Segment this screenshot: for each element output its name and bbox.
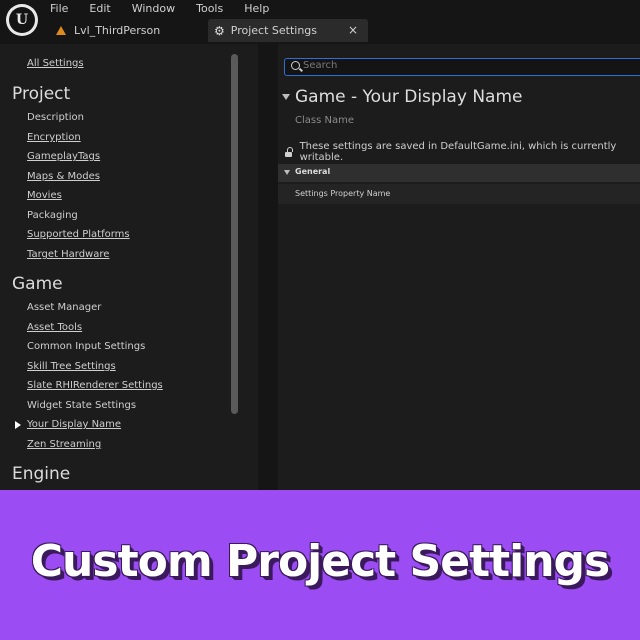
tab-project-settings[interactable]: ⚙ Project Settings × bbox=[208, 19, 368, 42]
settings-header[interactable]: Game - Your Display Name bbox=[282, 87, 522, 107]
sidebar-item-common-input-settings[interactable]: Common Input Settings bbox=[27, 341, 145, 352]
search-placeholder: Search bbox=[303, 60, 338, 71]
unreal-logo-icon[interactable]: U bbox=[6, 4, 38, 36]
sidebar-item-asset-manager[interactable]: Asset Manager bbox=[27, 302, 101, 313]
selected-arrow-icon bbox=[15, 421, 21, 429]
sidebar-item-supported-platforms[interactable]: Supported Platforms bbox=[27, 229, 130, 240]
property-row[interactable]: Settings Property Name bbox=[278, 184, 640, 204]
close-icon[interactable]: × bbox=[348, 23, 358, 37]
sidebar-item-target-hardware[interactable]: Target Hardware bbox=[27, 249, 109, 260]
sidebar-item-your-display-name[interactable]: Your Display Name bbox=[27, 419, 121, 430]
sidebar-item-packaging[interactable]: Packaging bbox=[27, 210, 78, 221]
settings-icon: ⚙ bbox=[214, 23, 225, 38]
notice-text: These settings are saved in DefaultGame.… bbox=[299, 141, 617, 163]
menu-window[interactable]: Window bbox=[132, 2, 175, 15]
category-label: General bbox=[295, 167, 331, 176]
title-bar: U File Edit Window Tools Help Lvl_ThirdP… bbox=[0, 0, 640, 44]
sidebar-item-movies[interactable]: Movies bbox=[27, 190, 62, 201]
menu-file[interactable]: File bbox=[50, 2, 68, 15]
category-general[interactable]: General bbox=[278, 164, 640, 182]
chevron-down-icon bbox=[284, 170, 290, 175]
menu-tools[interactable]: Tools bbox=[196, 2, 223, 15]
banner-title: Custom Project Settings bbox=[30, 536, 610, 587]
sidebar-item-gameplaytags[interactable]: GameplayTags bbox=[27, 151, 100, 162]
config-notice: These settings are saved in DefaultGame.… bbox=[285, 141, 640, 163]
property-label: Settings Property Name bbox=[295, 189, 391, 198]
page-title: Game - Your Display Name bbox=[295, 87, 523, 107]
sidebar-section-game: Game bbox=[12, 274, 63, 294]
sidebar-item-all-settings[interactable]: All Settings bbox=[27, 58, 84, 69]
menu-bar: File Edit Window Tools Help bbox=[50, 2, 290, 15]
search-input[interactable]: Search bbox=[284, 58, 640, 76]
sidebar-item-asset-tools[interactable]: Asset Tools bbox=[27, 322, 82, 333]
settings-details-panel bbox=[278, 44, 640, 490]
sidebar-item-zen-streaming[interactable]: Zen Streaming bbox=[27, 439, 101, 450]
chevron-down-icon bbox=[282, 94, 290, 100]
class-name-label: Class Name bbox=[295, 115, 354, 126]
tab-settings-label: Project Settings bbox=[230, 24, 318, 37]
menu-help[interactable]: Help bbox=[244, 2, 269, 15]
level-icon bbox=[56, 26, 66, 35]
panel-divider bbox=[258, 44, 278, 490]
sidebar-section-project: Project bbox=[12, 84, 71, 104]
sidebar-item-slate-rhirenderer-settings[interactable]: Slate RHIRenderer Settings bbox=[27, 380, 163, 391]
sidebar-item-skill-tree-settings[interactable]: Skill Tree Settings bbox=[27, 361, 116, 372]
sidebar-scrollbar[interactable] bbox=[231, 54, 238, 414]
search-icon bbox=[291, 61, 300, 70]
sidebar-section-engine: Engine bbox=[12, 464, 71, 484]
menu-edit[interactable]: Edit bbox=[89, 2, 110, 15]
sidebar-item-description[interactable]: Description bbox=[27, 112, 84, 123]
sidebar-item-maps-modes[interactable]: Maps & Modes bbox=[27, 171, 100, 182]
tab-level[interactable]: Lvl_ThirdPerson bbox=[52, 19, 202, 42]
sidebar-item-widget-state-settings[interactable]: Widget State Settings bbox=[27, 400, 136, 411]
unlock-icon[interactable] bbox=[285, 146, 293, 157]
tab-level-label: Lvl_ThirdPerson bbox=[74, 24, 161, 37]
sidebar-item-encryption[interactable]: Encryption bbox=[27, 132, 81, 143]
